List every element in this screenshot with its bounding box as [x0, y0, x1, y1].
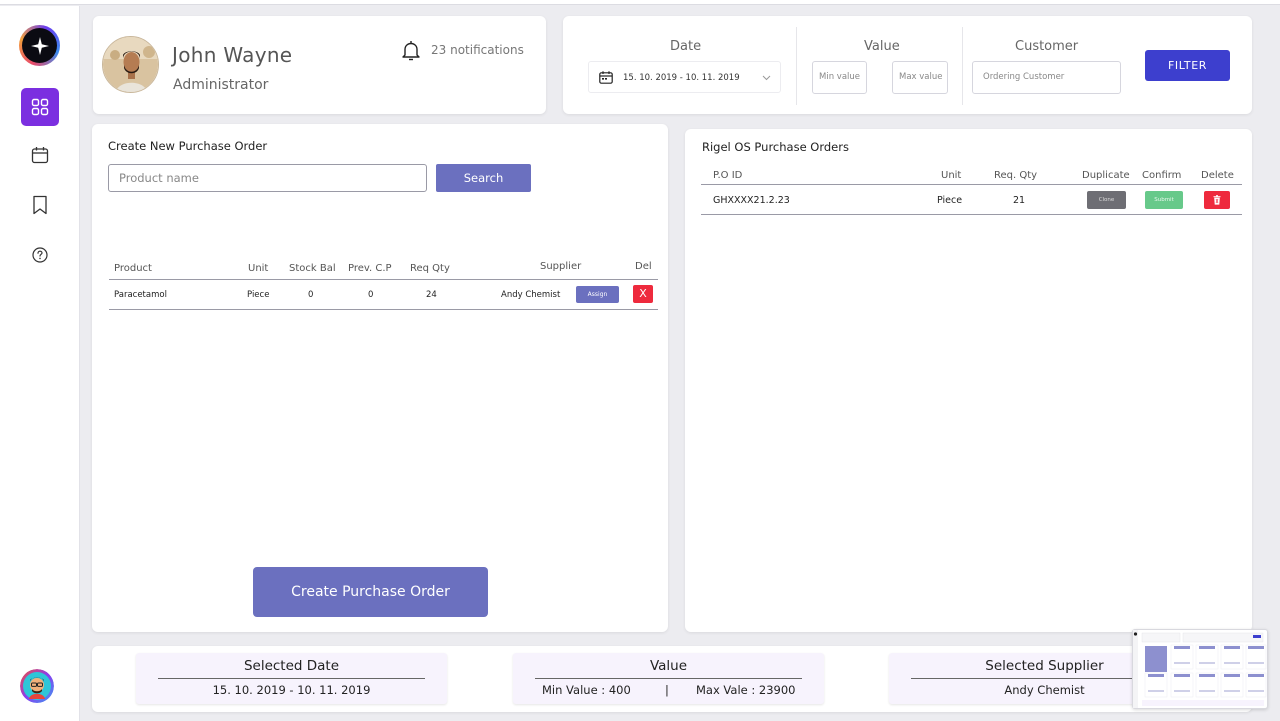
column-header-po-id: P.O ID	[713, 170, 743, 181]
preview-image	[1133, 630, 1267, 708]
sidebar-item-bookmarks[interactable]	[21, 186, 59, 224]
min-value-summary: Min Value : 400	[542, 683, 631, 697]
sidebar-item-calendar[interactable]	[21, 136, 59, 174]
cell-stock-bal: 0	[308, 290, 314, 300]
user-name: John Wayne	[172, 43, 293, 67]
cell-product: Paracetamol	[114, 290, 167, 300]
search-button[interactable]: Search	[436, 164, 531, 192]
logo-inner	[22, 28, 57, 63]
calendar-icon	[31, 147, 49, 164]
column-header-confirm: Confirm	[1142, 170, 1182, 181]
divider	[962, 27, 963, 105]
selected-date-summary: Selected Date 15. 10. 2019 - 10. 11. 201…	[136, 653, 447, 704]
create-order-title: Create New Purchase Order	[108, 139, 268, 153]
value-filter-label: Value	[864, 39, 900, 54]
bookmark-icon	[33, 195, 47, 215]
row-divider	[109, 309, 658, 310]
sidebar-item-help[interactable]	[21, 236, 59, 274]
column-header-product: Product	[114, 263, 152, 274]
column-header-stock-bal: Stock Bal	[289, 263, 336, 274]
cell-req-qty: 21	[1013, 195, 1026, 206]
column-header-del: Del	[635, 261, 652, 272]
app-logo[interactable]	[19, 25, 60, 66]
profile-photo[interactable]	[102, 36, 159, 93]
sidebar-item-dashboard[interactable]	[21, 88, 59, 126]
cell-prev-cp: 0	[368, 290, 374, 300]
divider	[796, 27, 797, 105]
value-separator: |	[665, 683, 669, 697]
cell-req-qty[interactable]: 24	[426, 290, 437, 300]
sidebar	[0, 6, 80, 721]
column-header-unit: Unit	[248, 263, 269, 274]
purchase-orders-title: Rigel OS Purchase Orders	[702, 140, 849, 154]
assign-button[interactable]: Assign	[576, 286, 619, 303]
column-header-duplicate: Duplicate	[1082, 170, 1130, 181]
column-header-unit: Unit	[941, 170, 962, 181]
clone-button[interactable]: Clone	[1087, 191, 1126, 209]
divider	[535, 678, 802, 679]
filters-card: Date 15. 10. 2019 - 10. 11. 2019 Value M…	[563, 16, 1252, 114]
min-value-input[interactable]: Min value	[812, 61, 867, 94]
table-header-divider	[109, 279, 658, 280]
max-value-input[interactable]: Max value	[892, 61, 948, 94]
column-header-prev-cp: Prev. C.P	[348, 263, 392, 274]
column-header-req-qty: Req Qty	[410, 263, 450, 274]
cell-unit: Piece	[937, 195, 963, 206]
chevron-down-icon	[762, 75, 771, 81]
table-header-divider	[701, 184, 1242, 185]
cell-supplier: Andy Chemist	[501, 290, 561, 300]
cell-po-id: GHXXXX21.2.23	[713, 195, 790, 206]
cell-unit: Piece	[247, 290, 270, 300]
screenshot-preview-thumbnail[interactable]	[1132, 629, 1268, 709]
top-strip	[0, 0, 1280, 5]
create-purchase-order-button[interactable]: Create Purchase Order	[253, 567, 488, 617]
user-role: Administrator	[173, 77, 269, 93]
customer-input[interactable]: Ordering Customer	[972, 61, 1121, 94]
selected-date-title: Selected Date	[243, 658, 340, 674]
divider	[158, 678, 425, 679]
notifications-button[interactable]	[401, 40, 421, 66]
max-value-summary: Max Vale : 23900	[696, 683, 796, 697]
selected-date-value: 15. 10. 2019 - 10. 11. 2019	[212, 683, 371, 697]
column-header-supplier: Supplier	[540, 261, 582, 272]
bell-icon	[402, 41, 420, 61]
calendar-icon	[599, 71, 613, 84]
profile-picture	[103, 37, 158, 92]
profile-card: John Wayne Administrator 23 notification…	[93, 16, 546, 114]
user-avatar[interactable]	[20, 669, 54, 703]
dashboard-icon	[31, 98, 49, 116]
row-divider	[701, 214, 1242, 215]
trash-icon	[1213, 195, 1221, 205]
help-icon	[32, 247, 48, 263]
date-range-value: 15. 10. 2019 - 10. 11. 2019	[623, 73, 740, 83]
column-header-delete: Delete	[1201, 170, 1234, 181]
date-range-picker[interactable]: 15. 10. 2019 - 10. 11. 2019	[588, 61, 781, 93]
create-order-card: Create New Purchase Order Product name S…	[92, 124, 668, 632]
value-summary-title: Value	[649, 658, 688, 674]
filter-button[interactable]: FILTER	[1145, 50, 1230, 81]
customer-filter-label: Customer	[1015, 39, 1079, 54]
value-summary: Value Min Value : 400 | Max Vale : 23900	[513, 653, 824, 704]
avatar-illustration	[20, 669, 54, 703]
sparkle-icon	[30, 36, 49, 55]
delete-row-button[interactable]: X	[633, 285, 653, 303]
notification-count[interactable]: 23 notifications	[431, 43, 524, 57]
summary-bar: Selected Date 15. 10. 2019 - 10. 11. 201…	[92, 646, 1252, 712]
column-header-req-qty: Req. Qty	[994, 170, 1038, 181]
product-search-input[interactable]: Product name	[108, 164, 427, 192]
delete-order-button[interactable]	[1204, 191, 1230, 209]
date-filter-label: Date	[670, 39, 702, 54]
purchase-orders-card: Rigel OS Purchase Orders P.O ID Unit Req…	[685, 129, 1252, 632]
submit-button[interactable]: Submit	[1145, 191, 1183, 209]
